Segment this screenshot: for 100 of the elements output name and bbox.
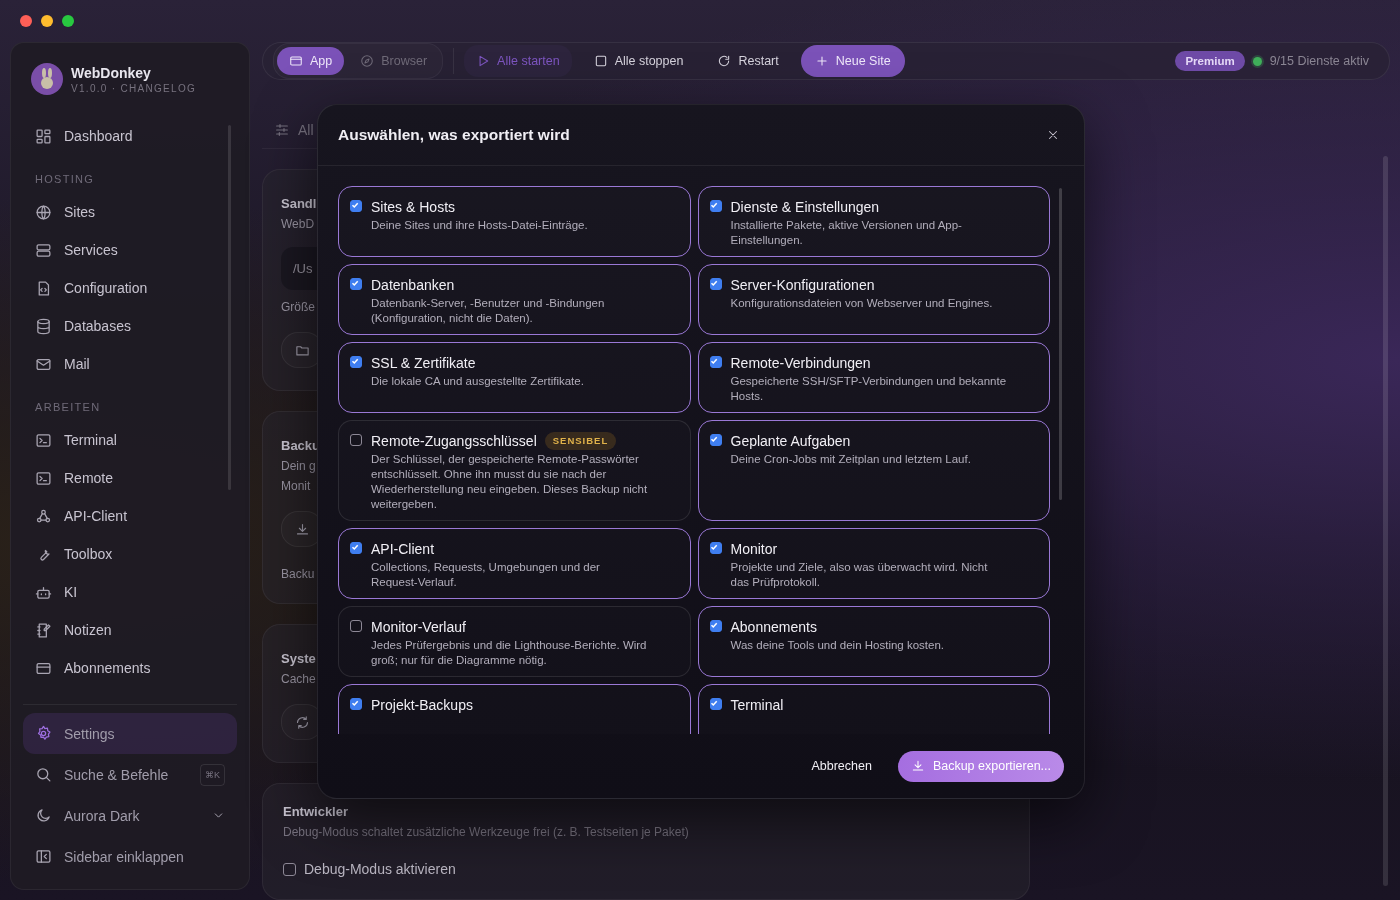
service-status: 9/15 Dienste aktiv <box>1269 54 1369 68</box>
minimize-window-button[interactable] <box>41 15 53 27</box>
option-card[interactable]: Abonnements Was deine Tools und dein Hosting kosten. <box>697 606 1050 677</box>
checkbox[interactable] <box>709 356 722 368</box>
toolbar-button[interactable]: Restart <box>705 47 791 75</box>
checkbox[interactable] <box>350 434 362 446</box>
sidebar-item[interactable]: Toolbox <box>23 535 237 573</box>
checkbox[interactable] <box>350 200 362 212</box>
option-card[interactable]: SSL & Zertifikate Die lokale CA und ausgestellte Zertifikate. <box>338 342 691 413</box>
option-description: Was deine Tools und dein Hosting kosten. <box>730 638 946 653</box>
checkbox[interactable] <box>709 542 722 554</box>
sidebar-item[interactable]: Abonnements <box>23 649 237 687</box>
option-title: Remote-Verbindungen <box>730 354 871 372</box>
checkbox[interactable] <box>350 356 362 368</box>
search-item[interactable]: Suche & Befehle ⌘K <box>23 754 237 795</box>
search-icon <box>35 766 52 783</box>
scrollbar[interactable] <box>1059 188 1062 500</box>
sidebar-item[interactable]: KI <box>23 573 237 611</box>
option-title: Projekt-Backups <box>371 696 473 714</box>
option-card[interactable]: Geplante Aufgaben Deine Cron-Jobs mit Zeitplan und letztem Lauf. <box>697 420 1050 521</box>
option-title: Remote-Zugangsschlüssel <box>371 432 537 450</box>
refresh-icon <box>294 714 310 730</box>
toolbar-button[interactable]: Alle stoppen <box>581 47 696 75</box>
cancel-button[interactable]: Abbrechen <box>799 751 884 781</box>
option-title: Monitor <box>730 540 778 558</box>
option-card[interactable]: API-Client Collections, Requests, Umgebungen und der Request-Verlauf. <box>338 528 691 599</box>
sidebar-item[interactable]: Configuration <box>23 269 237 307</box>
option-card[interactable]: Sites & Hosts Deine Sites und ihre Hosts-Datei-Einträge. <box>338 186 691 257</box>
toolbar-button[interactable]: Neue Site <box>800 45 905 77</box>
collapse-item[interactable]: Sidebar einklappen <box>23 836 237 877</box>
checkbox[interactable] <box>709 278 722 290</box>
download-icon <box>910 759 925 773</box>
plus-icon <box>814 54 829 68</box>
card-text: Dein g <box>281 459 316 473</box>
sidebar-item[interactable]: Sites <box>23 193 237 231</box>
card-text: WebD <box>281 217 315 231</box>
grid-icon <box>35 127 52 145</box>
option-description: Die lokale CA und ausgestellte Zertifikate. <box>371 374 585 389</box>
app-name: WebDonkey <box>71 64 152 81</box>
option-description: Projekte und Ziele, also was überwacht wird. Nicht das Prüfprotokoll. <box>730 560 989 590</box>
play-icon <box>476 54 491 68</box>
option-card[interactable]: Remote-Zugangsschlüssel SENSIBEL Der Schlüssel, der gespeicherte Remote-Passwörter entschlüsselt. Ohne ihn musst du sie nach der Wiederherstellung neu eingeben. Dieses Backup nicht weitergeben. <box>338 420 691 521</box>
settings-item[interactable]: Settings <box>23 713 237 754</box>
option-card[interactable]: Remote-Verbindungen Gespeicherte SSH/SFTP-Verbindungen und bekannte Hosts. <box>697 342 1050 413</box>
checkbox[interactable] <box>709 620 722 632</box>
sidebar-item[interactable]: Databases <box>23 307 237 345</box>
checkbox[interactable] <box>350 620 362 632</box>
sidebar-item[interactable]: Dashboard <box>23 117 237 155</box>
warning-badge: SENSIBEL <box>544 432 617 450</box>
settings-icon <box>35 725 52 742</box>
status-dot <box>1252 56 1262 66</box>
option-description: Datenbank-Server, -Benutzer und -Bindungen (Konfiguration, nicht die Daten). <box>371 296 606 326</box>
section-label: ARBEITEN <box>34 401 102 413</box>
avatar-icon <box>31 63 63 95</box>
premium-badge: Premium <box>1175 51 1245 71</box>
checkbox[interactable] <box>709 200 722 212</box>
sidebar-item[interactable]: Mail <box>23 345 237 383</box>
option-card[interactable]: Datenbanken Datenbank-Server, -Benutzer und -Bindungen (Konfiguration, nicht die Daten). <box>338 264 691 335</box>
theme-select[interactable]: Aurora Dark <box>23 795 237 836</box>
sidebar-item[interactable]: API-Client <box>23 497 237 535</box>
option-card[interactable]: Monitor Projekte und Ziele, also was überwacht wird. Nicht das Prüfprotokoll. <box>697 528 1050 599</box>
window-icon <box>289 54 303 68</box>
sidebar-item[interactable]: Services <box>23 231 237 269</box>
checkbox[interactable] <box>283 862 296 876</box>
scrollbar[interactable] <box>1383 156 1388 886</box>
option-card[interactable]: Monitor-Verlauf Jedes Prüfergebnis und die Lighthouse-Berichte. Wird groß; nur für die Diagramme nötig. <box>338 606 691 677</box>
option-title: Server-Konfigurationen <box>730 276 875 294</box>
mode-tab[interactable]: App <box>277 47 345 75</box>
checkbox[interactable] <box>709 698 722 710</box>
option-title: Geplante Aufgaben <box>730 432 851 450</box>
option-card[interactable]: Terminal <box>697 684 1050 734</box>
sidebar-item[interactable]: Notizen <box>23 611 237 649</box>
sidebar-item[interactable]: Terminal <box>23 421 237 459</box>
checkbox[interactable] <box>350 698 362 710</box>
moon-icon <box>35 807 52 824</box>
zoom-window-button[interactable] <box>62 15 74 27</box>
card-title: Sandl <box>281 196 317 211</box>
option-description: Jedes Prüfergebnis und die Lighthouse-Berichte. Wird groß; nur für die Diagramme nötig. <box>371 638 648 668</box>
dialog-title: Auswählen, was exportiert wird <box>338 126 570 144</box>
terminal-icon <box>35 431 52 449</box>
card-title: Syste <box>281 651 316 666</box>
option-card[interactable]: Server-Konfigurationen Konfigurationsdateien von Webserver und Engines. <box>697 264 1050 335</box>
close-window-button[interactable] <box>20 15 32 27</box>
checkbox[interactable] <box>709 434 722 446</box>
option-title: Datenbanken <box>371 276 455 294</box>
server-icon <box>35 241 52 259</box>
option-description: Konfigurationsdateien von Webserver und Engines. <box>730 296 994 311</box>
webhook-icon <box>35 507 52 525</box>
checkbox[interactable] <box>350 542 362 554</box>
checkbox[interactable] <box>350 278 362 290</box>
option-card[interactable]: Projekt-Backups <box>338 684 691 734</box>
version-link[interactable]: V1.0.0 · CHANGELOG <box>71 82 197 94</box>
notebook-icon <box>35 621 52 639</box>
shortcut-hint: ⌘K <box>200 763 225 786</box>
checkbox-label: Debug-Modus aktivieren <box>304 861 456 877</box>
section-label: HOSTING <box>34 173 96 185</box>
refresh-icon <box>717 54 732 68</box>
card-note: Backu <box>281 567 315 581</box>
sidebar-item[interactable]: Remote <box>23 459 237 497</box>
option-card[interactable]: Dienste & Einstellungen Installierte Pakete, aktive Versionen und App-Einstellungen. <box>697 186 1050 257</box>
